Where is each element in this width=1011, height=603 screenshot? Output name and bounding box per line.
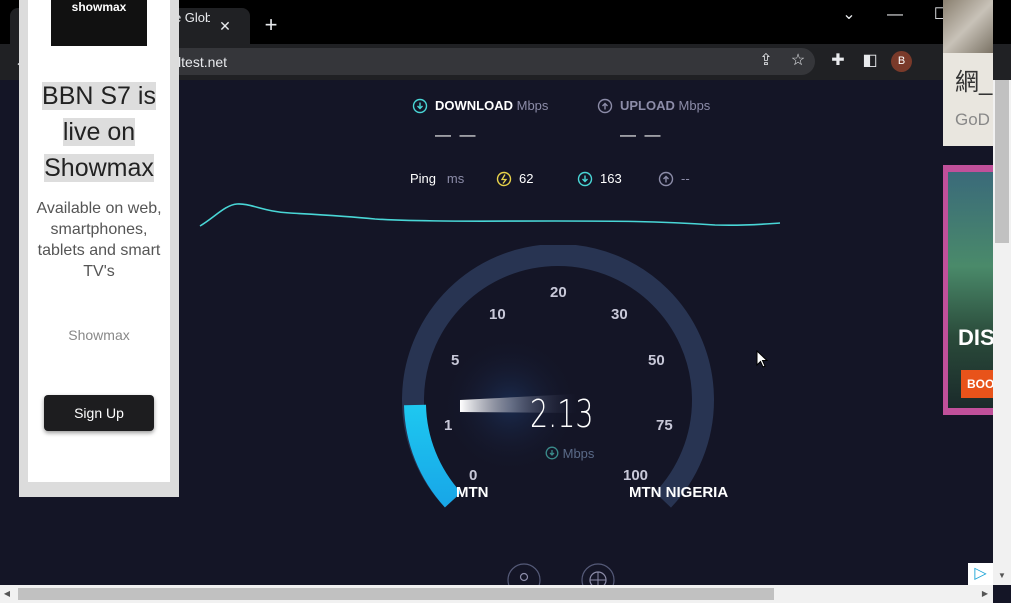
download-latency-icon (577, 171, 593, 187)
horizontal-scroll-thumb[interactable] (18, 588, 774, 600)
share-icon[interactable]: ⇪ (756, 51, 776, 71)
download-label: DOWNLOAD Mbps (435, 98, 548, 113)
gauge-label-20: 20 (550, 284, 567, 301)
right-ad-book-button[interactable]: BOO (961, 370, 994, 398)
isp-name: MTN (456, 484, 489, 501)
gauge-label-0: 0 (469, 467, 478, 484)
current-speed-unit: Mbps (545, 446, 594, 461)
speed-graph (199, 203, 781, 227)
ad-subtext: Available on web, smartphones, tablets a… (36, 200, 162, 280)
ping-label: Ping ms (410, 171, 464, 186)
signup-button[interactable]: Sign Up (44, 395, 154, 431)
gauge-label-75: 75 (656, 417, 673, 434)
download-label-text: DOWNLOAD (435, 98, 513, 113)
upload-label: UPLOAD Mbps (620, 98, 710, 113)
side-panel-icon[interactable]: ◧ (860, 51, 880, 71)
upload-icon (597, 98, 613, 114)
showmax-logo: showmax (51, 0, 147, 46)
ping-unit: ms (446, 171, 465, 186)
vertical-scroll-thumb[interactable] (995, 80, 1009, 243)
download-latency-value: 163 (600, 171, 622, 186)
gauge-label-50: 50 (648, 352, 665, 369)
upload-unit: Mbps (678, 98, 711, 113)
new-tab-icon[interactable]: + (260, 14, 282, 36)
gauge-label-1: 1 (444, 417, 453, 434)
upload-label-text: UPLOAD (620, 98, 675, 113)
right-ad-top-image (943, 0, 993, 53)
download-unit: Mbps (516, 98, 549, 113)
ping-label-text: Ping (410, 171, 437, 186)
server-name[interactable]: MTN NIGERIA (629, 484, 728, 501)
current-speed-value: 2.13 (530, 392, 594, 436)
current-speed-download-icon (545, 446, 559, 460)
gauge-label-30: 30 (611, 306, 628, 323)
ad-headline-line: BBN S7 is (42, 82, 156, 110)
current-speed-unit-text: Mbps (562, 446, 595, 461)
scroll-down-icon[interactable]: ▼ (995, 568, 1009, 584)
download-value: — — (435, 127, 478, 144)
upload-latency-value: -- (681, 171, 690, 186)
minimize-icon[interactable]: — (884, 5, 906, 25)
ping-icon (496, 171, 512, 187)
ping-value: 62 (519, 171, 534, 186)
gauge-label-100: 100 (623, 467, 649, 484)
right-ad-top-sub: GoD (955, 110, 990, 129)
ad-headline[interactable]: BBN S7 is live on Showmax (30, 78, 168, 186)
ad-brand: Showmax (68, 327, 130, 343)
profile-avatar[interactable]: B (891, 51, 912, 72)
ad-headline-line: live on (62, 118, 136, 146)
extensions-icon[interactable]: ✚ (828, 51, 848, 71)
download-icon (412, 98, 428, 114)
mouse-cursor-icon (756, 350, 769, 368)
ad-headline-line: Showmax (44, 154, 154, 182)
tab-close-icon[interactable]: ✕ (216, 16, 234, 36)
bookmark-star-icon[interactable]: ☆ (788, 51, 808, 71)
scroll-left-icon[interactable]: ◀ (0, 585, 14, 603)
user-icon[interactable] (507, 563, 541, 585)
scroll-right-icon[interactable]: ▶ (978, 585, 992, 603)
globe-icon[interactable] (581, 563, 615, 585)
right-ad-top-text: 網_ (955, 69, 993, 96)
upload-latency-icon (658, 171, 674, 187)
adchoices-icon[interactable]: ▷ (968, 563, 993, 585)
tab-search-chevron-icon[interactable]: ⌄ (838, 5, 860, 25)
gauge-label-5: 5 (451, 352, 460, 369)
gauge-label-10: 10 (489, 306, 506, 323)
upload-value: — — (620, 127, 663, 144)
